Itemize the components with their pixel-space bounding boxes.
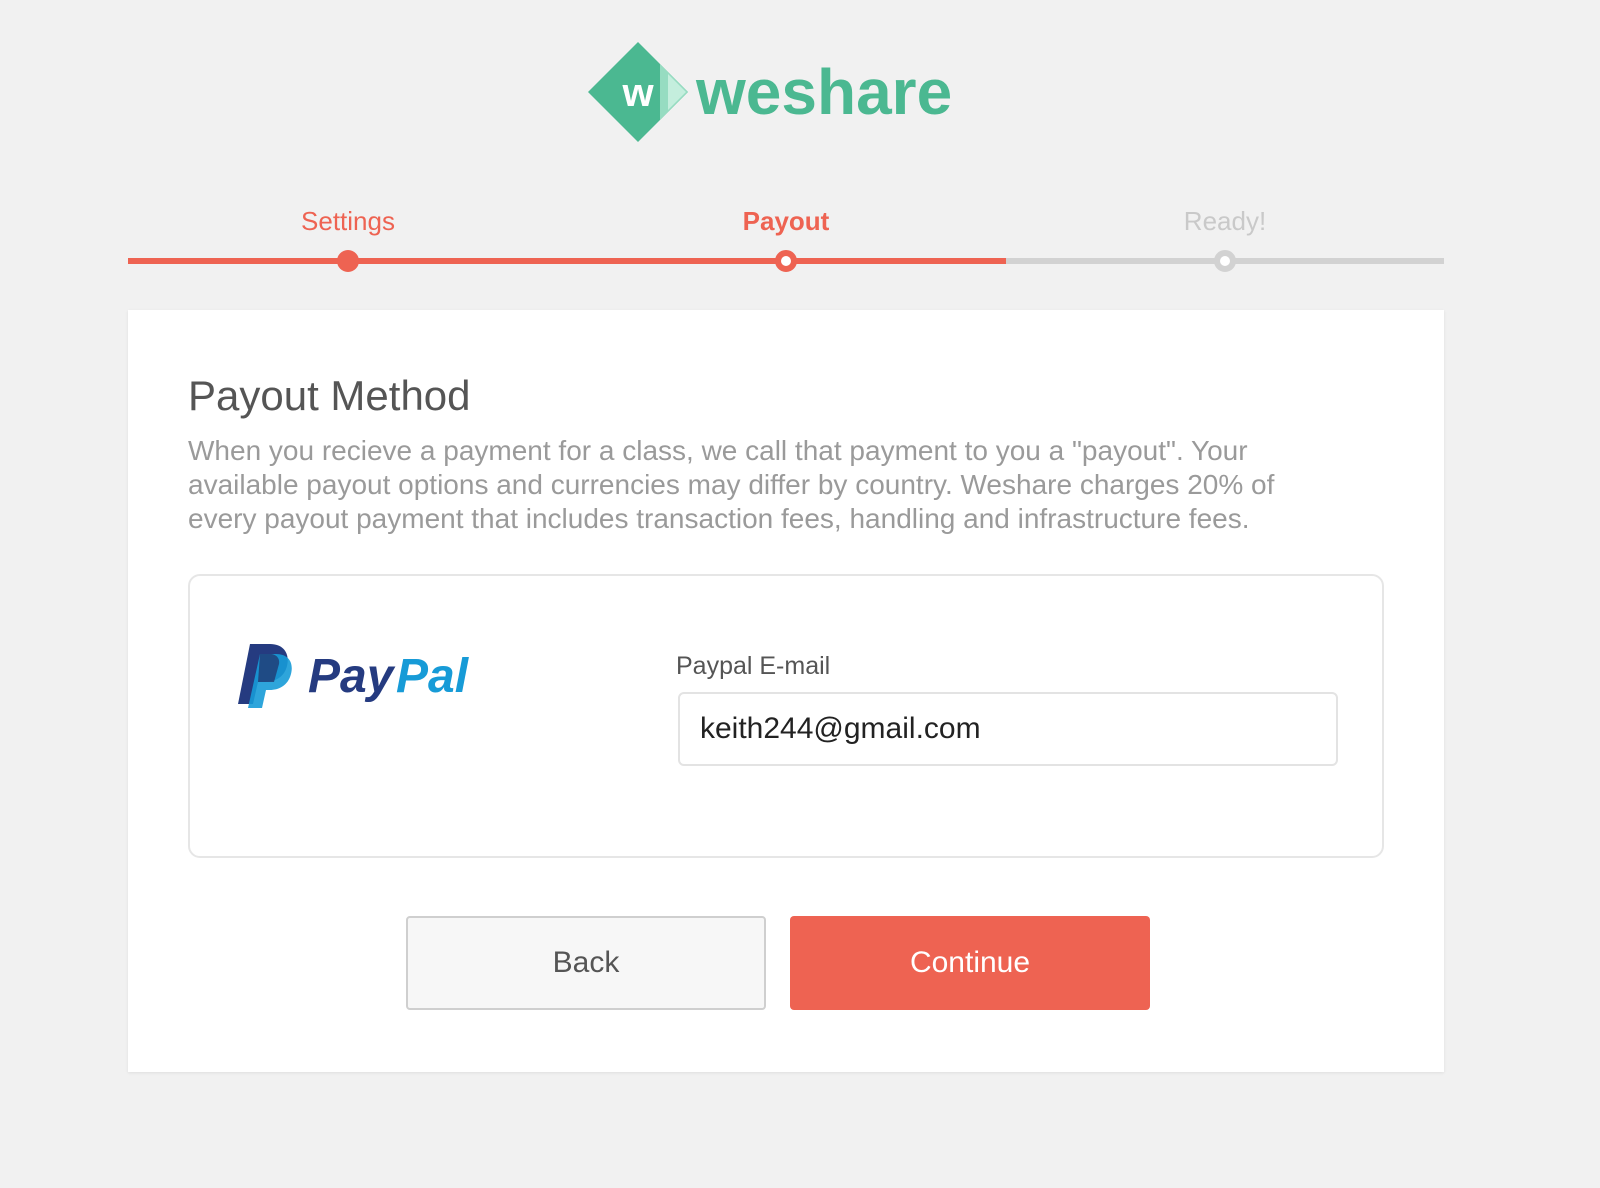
payout-card: Payout Method When you recieve a payment… bbox=[128, 310, 1444, 1072]
progress-track-filled bbox=[128, 258, 1006, 264]
paypal-word-pay: Pay bbox=[308, 650, 396, 703]
page-title: Payout Method bbox=[188, 372, 471, 419]
progress-stepper: Settings Payout Ready! bbox=[128, 200, 1444, 280]
paypal-email-input[interactable] bbox=[678, 692, 1338, 766]
continue-button[interactable]: Continue bbox=[790, 916, 1150, 1010]
weshare-logo: w weshare bbox=[588, 42, 988, 150]
logo-mark-letter: w bbox=[621, 71, 654, 115]
step-label-payout: Payout bbox=[742, 206, 830, 236]
step-dot-payout bbox=[775, 250, 797, 272]
step-dot-settings[interactable] bbox=[337, 250, 359, 272]
payout-description: When you recieve a payment for a class, … bbox=[188, 435, 1275, 534]
paypal-email-label: Paypal E-mail bbox=[676, 652, 831, 680]
weshare-diamond-icon: w bbox=[588, 42, 688, 142]
step-label-ready: Ready! bbox=[1183, 206, 1267, 236]
paypal-p-icon bbox=[238, 644, 292, 708]
paypal-word-pal: Pal bbox=[396, 650, 470, 703]
step-label-settings[interactable]: Settings bbox=[301, 206, 395, 237]
paypal-method-box: Pay Pal Paypal E-mail bbox=[188, 574, 1384, 858]
logo-wordmark: weshare bbox=[695, 56, 952, 128]
step-dot-ready bbox=[1214, 250, 1236, 272]
back-button[interactable]: Back bbox=[406, 916, 766, 1010]
paypal-logo: Pay Pal bbox=[236, 642, 496, 710]
